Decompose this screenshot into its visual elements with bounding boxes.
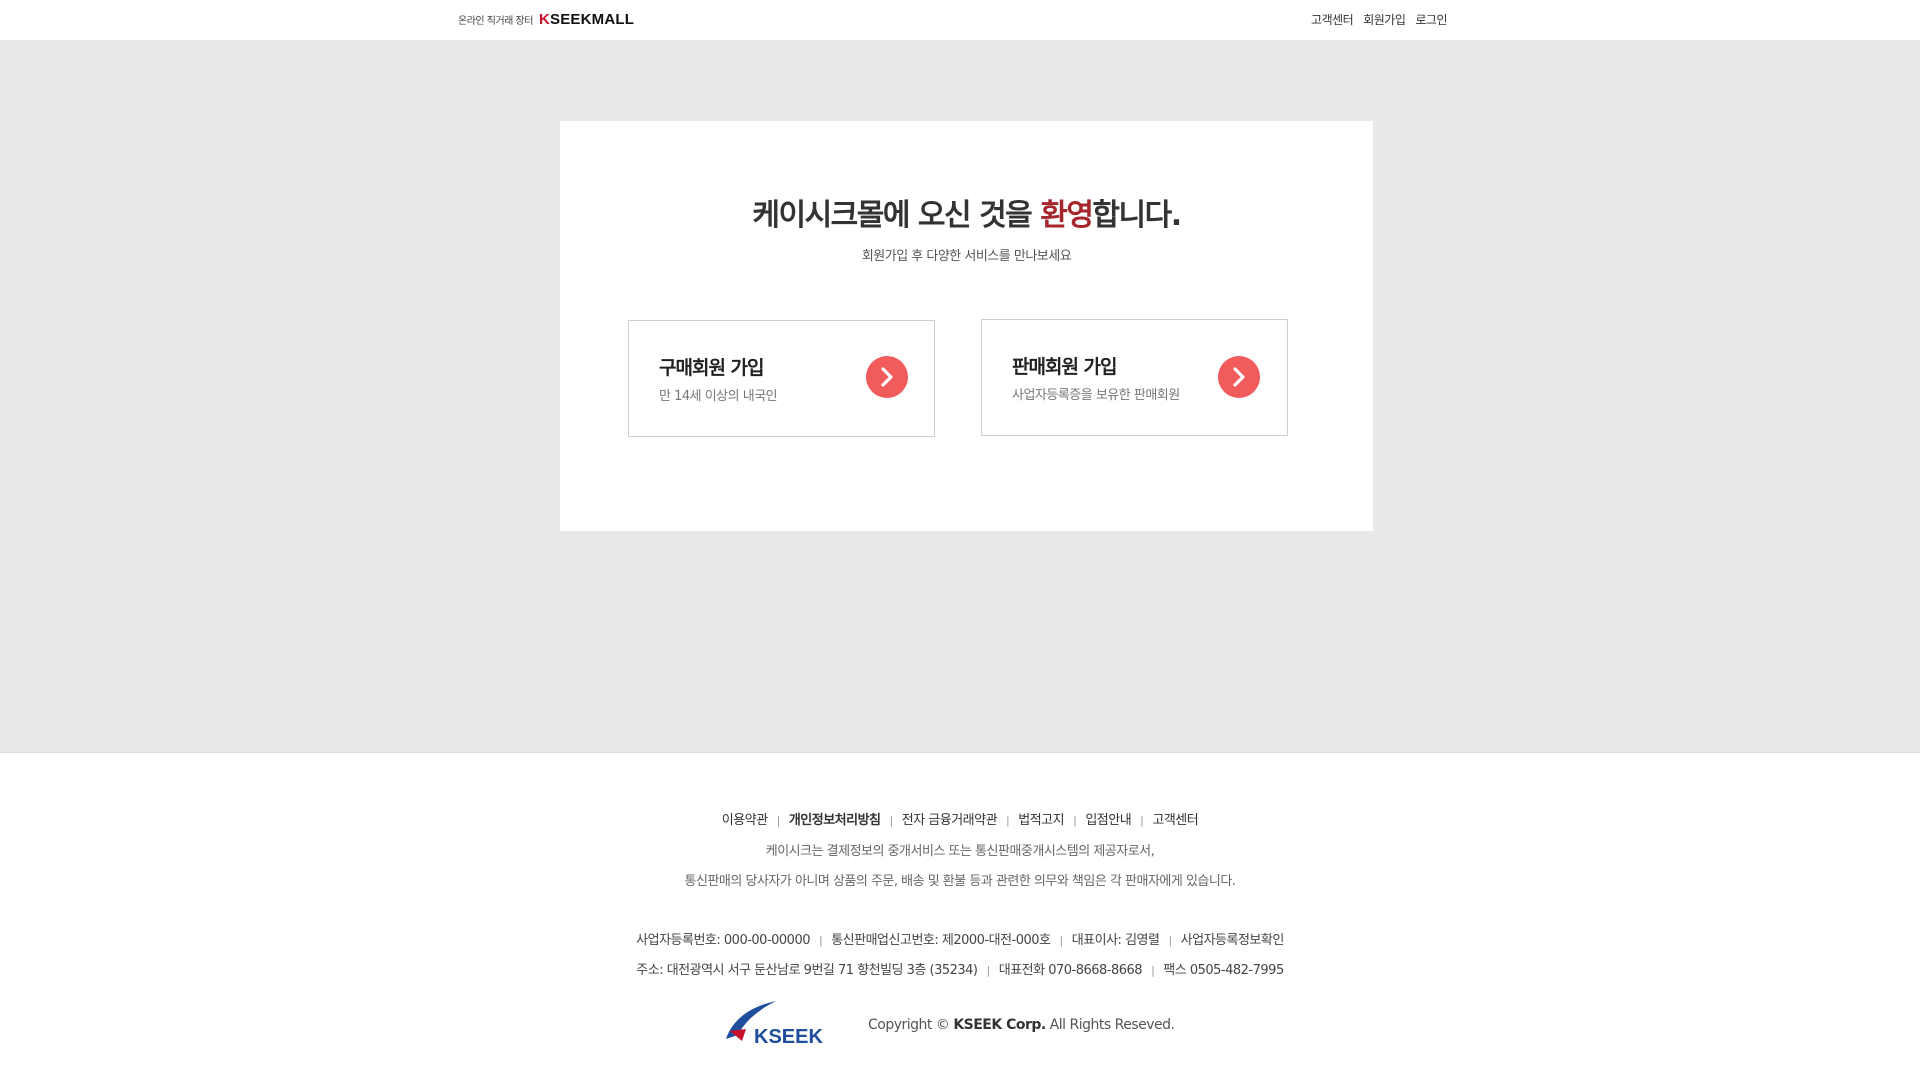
footer-separator: | — [1140, 814, 1144, 827]
footer-separator: | — [1059, 934, 1064, 947]
company-phone: 대표전화 070-8668-8668 — [998, 963, 1143, 978]
footer-bottom: KSEEK Copyright © KSEEK Corp. All Rights… — [724, 999, 1204, 1049]
biz-reg-number: 사업자등록번호: 000-00-00000 — [636, 933, 810, 948]
nav-signup[interactable]: 회원가입 — [1363, 11, 1406, 28]
welcome-title-before: 케이시크몰에 오신 것을 — [752, 198, 1041, 233]
company-fax: 팩스 0505-482-7995 — [1163, 963, 1284, 978]
buyer-signup-title: 구매회원 가입 — [659, 357, 764, 379]
mail-order-number: 통신판매업신고번호: 제2000-대전-000호 — [831, 933, 1051, 948]
copyright-company: KSEEK Corp. — [953, 1017, 1046, 1033]
buyer-arrow-button[interactable] — [866, 356, 908, 398]
welcome-title-accent: 환영 — [1040, 198, 1094, 233]
nav-login[interactable]: 로그인 — [1415, 11, 1447, 28]
footer: 이용약관 | 개인정보처리방침 | 전자 금융거래약관 | 법적고지 | 입점안내 | 고객센터 케… — [0, 752, 1920, 1080]
footer-links: 이용약관 | 개인정보처리방침 | 전자 금융거래약관 | 법적고지 | 입점안내 | 고객센터 — [0, 809, 1920, 828]
copyright-prefix: Copyright © — [868, 1017, 954, 1033]
seller-signup-desc: 사업자등록증을 보유한 판매회원 — [1012, 388, 1180, 403]
footer-company-info-row1: 사업자등록번호: 000-00-00000 | 통신판매업신고번호: 제2000-대… — [0, 929, 1920, 948]
brand-logo-k: K — [538, 11, 551, 28]
footer-link-store[interactable]: 입점안내 — [1085, 813, 1131, 828]
corp-logo-text: KSEEK — [754, 1026, 823, 1048]
copyright-suffix: All Rights Reseved. — [1045, 1017, 1175, 1033]
footer-separator: | — [819, 934, 823, 947]
footer-company-info-row2: 주소: 대전광역시 서구 둔산남로 9번길 71 향천빌딩 3층 (35234)… — [0, 959, 1920, 978]
footer-link-privacy[interactable]: 개인정보처리방침 — [789, 813, 881, 828]
footer-separator: | — [1151, 964, 1155, 977]
kseek-logo-icon: KSEEK — [726, 1001, 823, 1048]
company-address: 주소: 대전광역시 서구 둔산남로 9번길 71 향천빌딩 3층 (35234) — [636, 963, 978, 978]
footer-separator: | — [889, 814, 894, 827]
copyright: Copyright © KSEEK Corp. All Rights Resev… — [868, 1017, 1175, 1033]
welcome-subtitle: 회원가입 후 다양한 서비스를 만나보세요 — [861, 249, 1072, 264]
buyer-signup-button[interactable]: 구매회원 가입 만 14세 이상의 내국인 — [628, 320, 935, 437]
welcome-card: 케이시크몰에 오신 것을 환영합니다. 회원가입 후 다양한 서비스를 만나보세… — [560, 121, 1373, 531]
welcome-title: 케이시크몰에 오신 것을 환영합니다. — [560, 190, 1373, 234]
footer-separator: | — [986, 964, 991, 977]
footer-link-legal[interactable]: 법적고지 — [1018, 813, 1064, 828]
footer-link-terms[interactable]: 이용약관 — [722, 813, 768, 828]
footer-separator: | — [1073, 814, 1077, 827]
chevron-right-icon — [881, 367, 893, 387]
seller-signup-button[interactable]: 판매회원 가입 사업자등록증을 보유한 판매회원 — [981, 319, 1288, 436]
main-area: 케이시크몰에 오신 것을 환영합니다. 회원가입 후 다양한 서비스를 만나보세… — [0, 40, 1920, 752]
top-header: 온라인 직거래 장터 KSEEKMALL 고객센터 회원가입 로그인 — [0, 0, 1920, 40]
top-nav: 고객센터 회원가입 로그인 — [1311, 11, 1447, 28]
biz-info-check-link[interactable]: 사업자등록정보확인 — [1181, 933, 1285, 948]
footer-disclaimer-line2: 통신판매의 당사자가 아니며 상품의 주문, 배송 및 환불 등과 관련한 의무… — [684, 874, 1236, 889]
nav-customer-center[interactable]: 고객센터 — [1311, 11, 1354, 28]
ceo-name: 대표이사: 김영렬 — [1071, 933, 1160, 948]
site-logo-link[interactable]: 온라인 직거래 장터 KSEEKMALL — [458, 11, 634, 28]
brand-logo-text: SEEKMALL — [550, 11, 635, 28]
footer-separator: | — [1168, 934, 1172, 947]
footer-separator: | — [776, 814, 781, 827]
seller-signup-title: 판매회원 가입 — [1012, 356, 1117, 378]
footer-disclaimer-line1: 케이시크는 결제정보의 중개서비스 또는 통신판매중개시스템의 제공자로서, — [765, 844, 1155, 859]
chevron-right-icon — [1233, 367, 1245, 387]
brand-tagline: 온라인 직거래 장터 — [458, 16, 533, 27]
welcome-title-after: 합니다. — [1092, 198, 1182, 233]
footer-link-efinance[interactable]: 전자 금융거래약관 — [902, 813, 998, 828]
footer-separator: | — [1006, 814, 1010, 827]
footer-link-customer[interactable]: 고객센터 — [1152, 813, 1198, 828]
buyer-signup-desc: 만 14세 이상의 내국인 — [659, 389, 778, 404]
seller-arrow-button[interactable] — [1218, 356, 1260, 398]
brand-logo: KSEEKMALL — [539, 11, 634, 28]
